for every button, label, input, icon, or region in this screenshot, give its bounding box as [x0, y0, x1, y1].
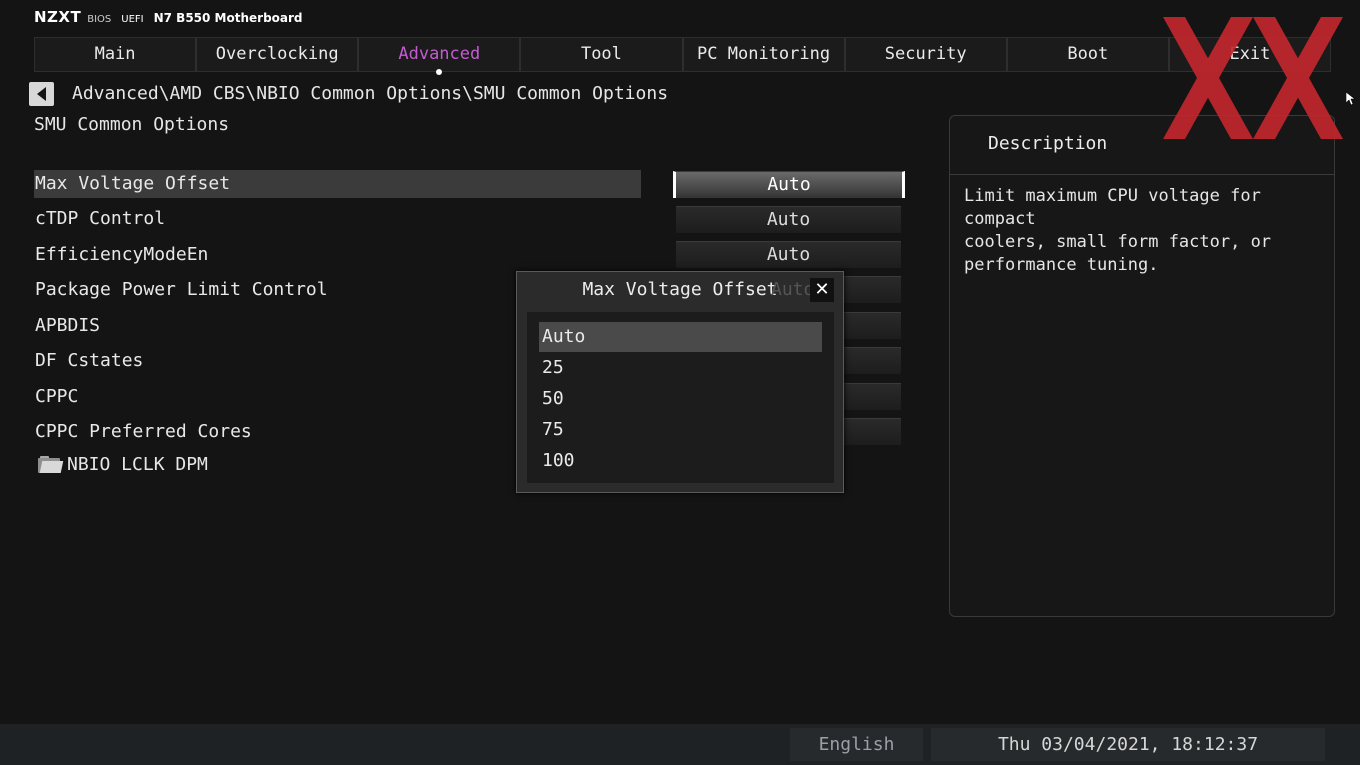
- setting-label: DF Cstates: [35, 350, 144, 371]
- description-panel: Description Limit maximum CPU voltage fo…: [949, 115, 1335, 617]
- setting-value-ctdp-control[interactable]: Auto: [676, 206, 901, 233]
- bios-screen: NZXT BIOS UEFI N7 B550 Motherboard Main …: [0, 0, 1360, 765]
- tab-pc-monitoring[interactable]: PC Monitoring: [682, 37, 845, 72]
- submenu-label: NBIO LCLK DPM: [67, 453, 208, 475]
- option-50[interactable]: 50: [539, 384, 822, 414]
- popup-ghost-value: Auto: [771, 279, 815, 300]
- option-75[interactable]: 75: [539, 415, 822, 445]
- brand-header: NZXT BIOS UEFI N7 B550 Motherboard: [34, 8, 303, 28]
- uefi-label: UEFI: [121, 14, 144, 25]
- back-button[interactable]: [29, 82, 54, 106]
- setting-label: APBDIS: [35, 315, 101, 336]
- tab-overclocking[interactable]: Overclocking: [196, 37, 359, 72]
- tab-exit[interactable]: Exit: [1168, 37, 1331, 72]
- model-name: N7 B550 Motherboard: [153, 11, 303, 25]
- tab-security[interactable]: Security: [844, 37, 1007, 72]
- option-25[interactable]: 25: [539, 353, 822, 383]
- tab-main[interactable]: Main: [34, 37, 197, 72]
- description-header: Description: [950, 116, 1334, 175]
- datetime-display: Thu 03/04/2021, 18:12:37: [931, 728, 1325, 761]
- description-text: Limit maximum CPU voltage for compact co…: [964, 186, 1272, 275]
- setting-label: cTDP Control: [35, 208, 166, 229]
- language-selector[interactable]: English: [790, 728, 923, 761]
- option-auto[interactable]: Auto: [539, 322, 822, 352]
- tab-boot[interactable]: Boot: [1006, 37, 1169, 72]
- setting-max-voltage-offset[interactable]: Max Voltage Offset: [34, 170, 641, 198]
- setting-label: EfficiencyModeEn: [35, 244, 209, 265]
- mouse-cursor-icon: [1346, 92, 1356, 106]
- setting-label: CPPC: [35, 386, 79, 407]
- main-tabs: Main Overclocking Advanced Tool PC Monit…: [34, 37, 1331, 75]
- bios-label: BIOS: [87, 14, 112, 25]
- setting-efficiencymodeen[interactable]: EfficiencyModeEn: [34, 241, 641, 269]
- setting-ctdp-control[interactable]: cTDP Control: [34, 205, 641, 233]
- tab-tool[interactable]: Tool: [520, 37, 683, 72]
- back-arrow-icon: [37, 87, 46, 101]
- option-popup: Max Voltage Offset Auto ✕ Auto 25 50 75 …: [516, 271, 844, 493]
- breadcrumb: Advanced\AMD CBS\NBIO Common Options\SMU…: [72, 83, 669, 104]
- setting-label: Package Power Limit Control: [35, 279, 328, 300]
- tab-advanced[interactable]: Advanced: [358, 37, 521, 75]
- setting-label: CPPC Preferred Cores: [35, 421, 252, 442]
- description-title: Description: [988, 133, 1108, 154]
- setting-label: Max Voltage Offset: [35, 173, 231, 194]
- close-icon[interactable]: ✕: [810, 278, 834, 302]
- section-title: SMU Common Options: [34, 114, 230, 135]
- option-100[interactable]: 100: [539, 446, 822, 476]
- option-list: Auto 25 50 75 100: [527, 312, 834, 483]
- submenu-nbio-lclk-dpm[interactable]: NBIO LCLK DPM: [38, 451, 208, 477]
- setting-value-max-voltage-offset[interactable]: Auto: [673, 171, 905, 198]
- brand-logo: NZXT: [34, 8, 82, 26]
- setting-value-efficiencymodeen[interactable]: Auto: [676, 241, 901, 268]
- folder-icon: [38, 455, 64, 473]
